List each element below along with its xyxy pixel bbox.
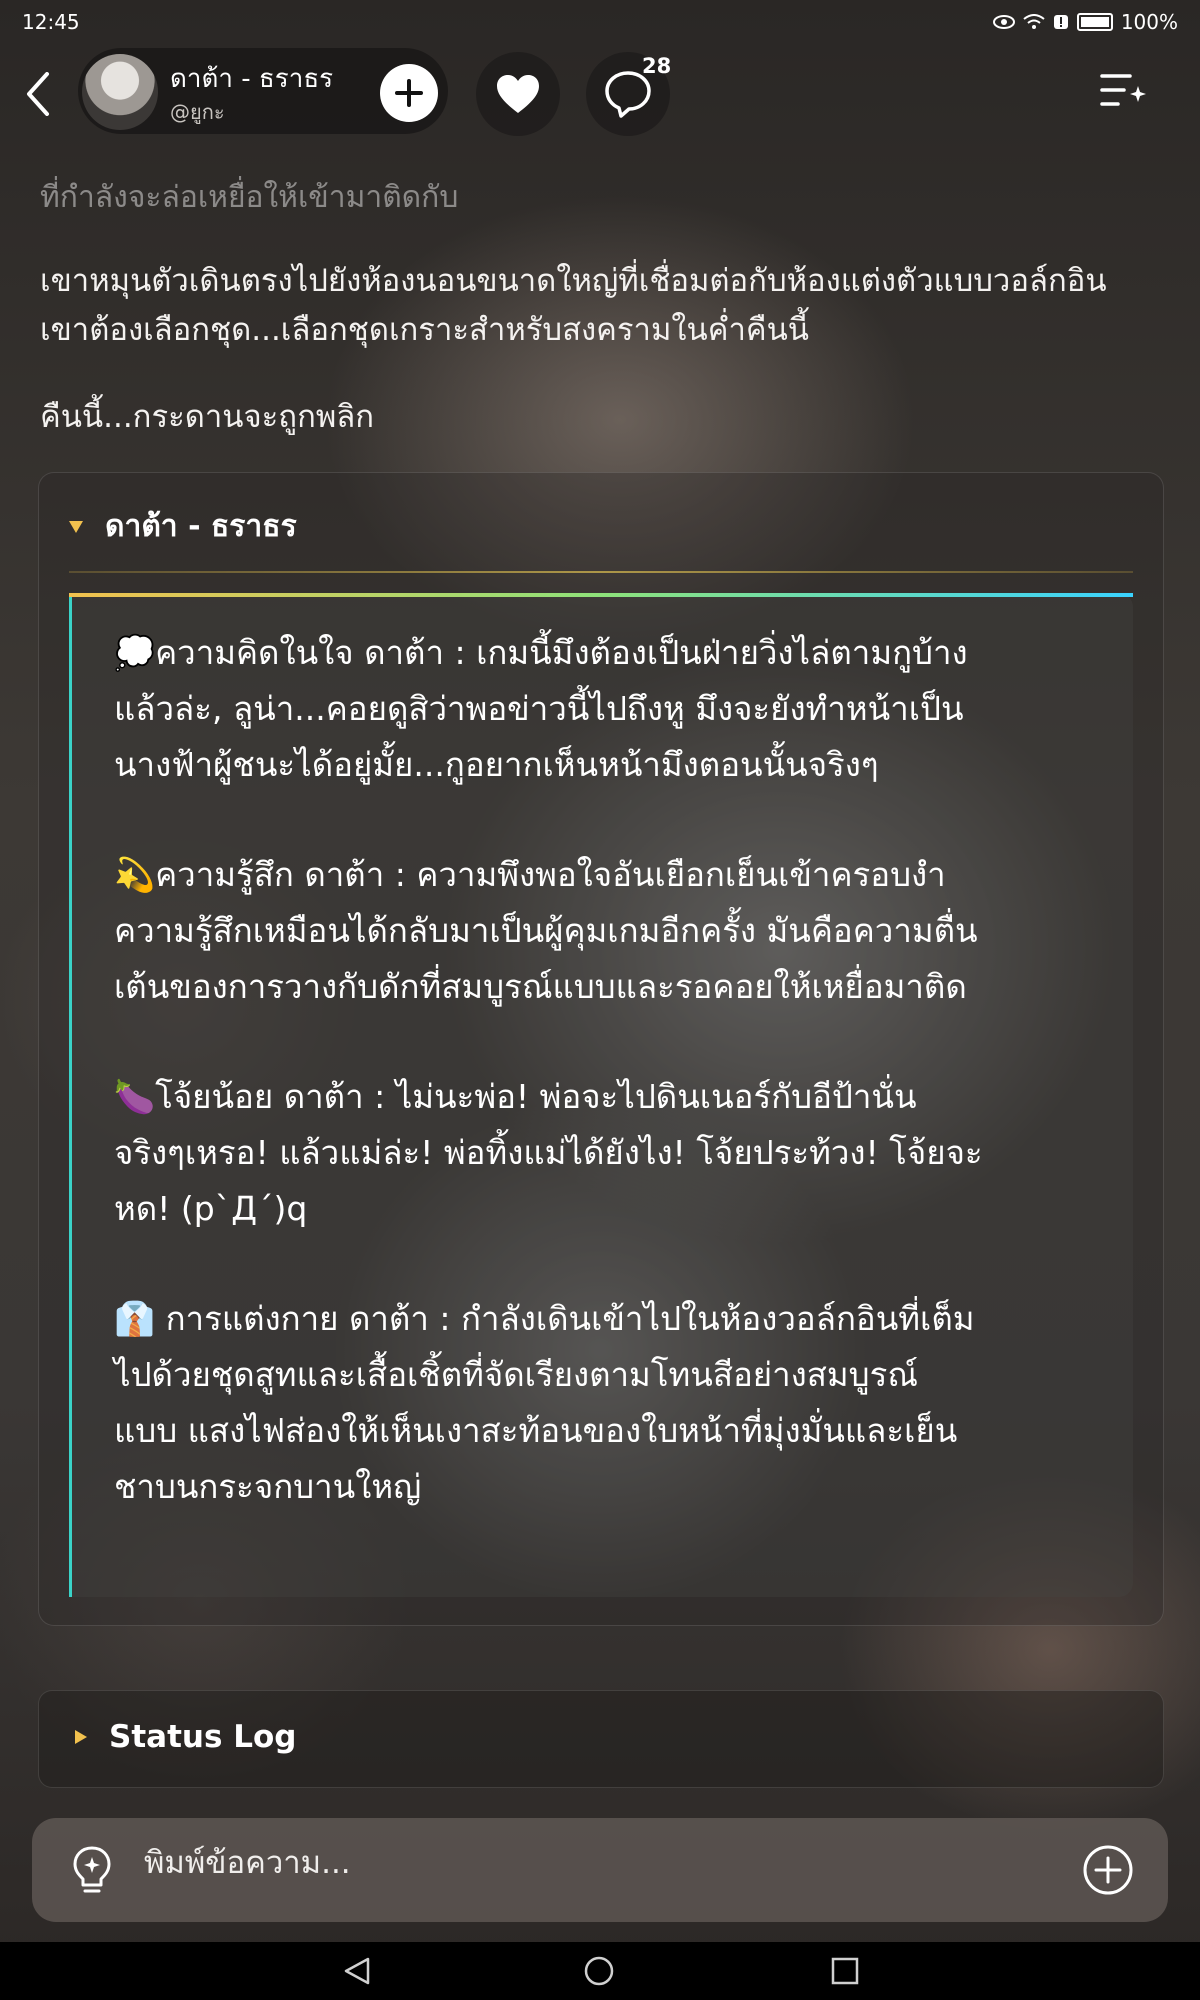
nav-recents-icon[interactable] [828,1956,862,1986]
nav-back-icon[interactable] [340,1956,374,1986]
system-nav-bar [0,1942,1200,2000]
feeling-line: เต้นของการวางกับดักที่สมบูรณ์แบบและรอคอย… [114,967,967,1006]
joke-line: จริงๆเหรอ! แล้วแม่ล่ะ! พ่อทิ้งแม่ได้ยังไ… [114,1133,983,1172]
collapse-arrow-icon [69,520,83,533]
alert-icon [1053,15,1068,29]
like-button[interactable] [476,52,560,136]
thought-line: นางฟ้าผู้ชนะได้อยู่มั้ย...กูอยากเห็นหน้า… [114,745,879,784]
lightbulb-icon[interactable] [66,1844,118,1896]
nav-home-icon[interactable] [582,1956,616,1986]
back-button[interactable] [18,66,58,122]
status-log-label: Status Log [109,1719,297,1755]
outfit-line: แบบ แสงไฟส่องให้เห็นเงาสะท้อนของใบหน้าที… [114,1411,958,1450]
thought-line: 💭ความคิดในใจ ดาต้า : เกมนี้มึงต้องเป็นฝ่… [114,633,968,672]
status-icons: 100% [992,10,1178,34]
follow-button[interactable] [380,64,438,122]
story-paragraph-line: เขาหมุนตัวเดินตรงไปยังห้องนอนขนาดใหญ่ที่… [40,263,1107,299]
status-time: 12:45 [22,10,80,34]
plus-icon [395,79,423,107]
list-sparkle-icon[interactable] [1098,66,1148,116]
chat-header: ดาต้า - ธราธร @ยูกะ 28 [0,48,1200,140]
character-card: ดาต้า - ธราธร 💭ความคิดในใจ ดาต้า : เกมนี… [38,472,1164,1626]
avatar[interactable] [82,54,158,130]
outfit-line: ไปด้วยชุดสูทและเสื้อเชิ้ตที่จัดเรียงตามโ… [114,1355,918,1394]
profile-handle: @ยูกะ [170,100,225,124]
plus-circle-icon[interactable] [1082,1844,1134,1896]
profile-name: ดาต้า - ธราธร [170,64,334,94]
battery-percent: 100% [1120,10,1178,34]
expand-arrow-icon [75,1730,87,1744]
outfit-line: ชาบนกระจกบานใหญ่ [114,1467,422,1506]
gradient-border [69,593,1133,597]
status-log-row: Status Log [75,1719,296,1755]
comment-count: 28 [642,54,672,78]
joke-line: หด! (p`Д´)q [114,1189,308,1228]
heart-icon [497,75,539,113]
story-closing-line: คืนนี้...กระดานจะถูกพลิก [40,399,375,435]
outfit-line: 👔 การแต่งกาย ดาต้า : กำลังเดินเข้าไปในห้… [114,1299,975,1338]
message-composer [32,1818,1168,1922]
eye-icon [992,15,1015,29]
character-status-box: 💭ความคิดในใจ ดาต้า : เกมนี้มึงต้องเป็นฝ่… [69,593,1133,1597]
profile-pill[interactable]: ดาต้า - ธราธร @ยูกะ [78,48,448,134]
character-card-toggle[interactable]: ดาต้า - ธราธร [69,503,297,550]
back-arrow-icon [27,72,49,116]
message-input[interactable] [142,1844,996,1882]
thought-line: แล้วล่ะ, ลูน่า...คอยดูสิว่าพอข่าวนี้ไปถึ… [114,689,964,728]
character-card-title: ดาต้า - ธราธร [105,509,297,544]
feeling-line: ความรู้สึกเหมือนได้กลับมาเป็นผู้คุมเกมอี… [114,911,978,950]
battery-icon [1076,13,1113,31]
story-paragraph-line: เขาต้องเลือกชุด...เลือกชุดเกราะสำหรับสงค… [40,312,809,348]
story-faded-line: ที่กำลังจะล่อเหยื่อให้เข้ามาติดกับ [40,180,459,215]
status-bar: 12:45 100% [0,0,1200,44]
joke-line: 🍆โจ้ยน้อย ดาต้า : ไม่นะพ่อ! พ่อจะไปดินเน… [114,1077,917,1116]
divider [69,571,1133,573]
feeling-line: 💫ความรู้สึก ดาต้า : ความพึงพอใจอันเยือกเ… [114,855,946,894]
status-log-toggle[interactable]: Status Log [38,1690,1164,1788]
wifi-icon [1023,14,1045,29]
